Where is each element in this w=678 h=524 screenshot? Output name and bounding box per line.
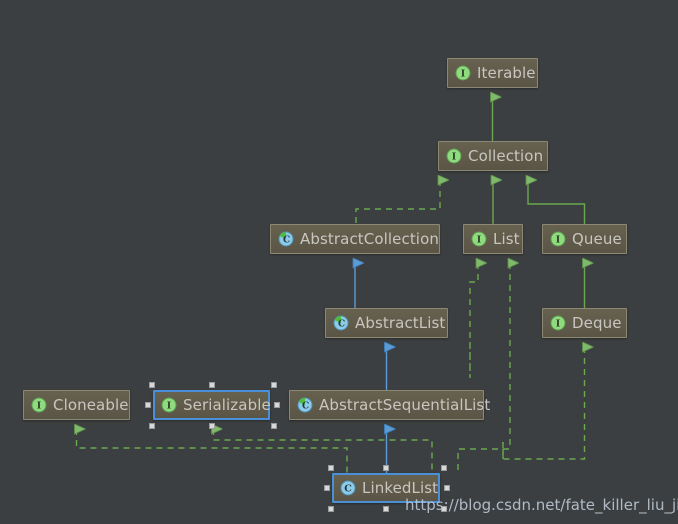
selection-handle[interactable] [274, 402, 280, 408]
uml-node-label: Deque [572, 313, 622, 332]
selection-handle[interactable] [208, 423, 215, 429]
uml-edge-abstractcollection-collection[interactable] [355, 180, 440, 224]
svg-text:I: I [167, 401, 172, 412]
interface-icon: I [161, 397, 177, 413]
uml-edge-linkedlist-serializable[interactable] [214, 429, 433, 473]
abstract-class-icon: C [297, 397, 313, 413]
uml-diagram-canvas[interactable]: I Iterable I Collection C AbstractCollection I… [0, 0, 678, 524]
selection-handle[interactable] [444, 485, 450, 491]
uml-node-label: List [493, 229, 520, 248]
uml-node-collection[interactable]: I Collection [438, 141, 548, 171]
svg-text:C: C [344, 484, 352, 495]
selection-handle[interactable] [271, 423, 277, 429]
selection-handle[interactable] [328, 465, 334, 471]
interface-icon: I [550, 315, 566, 331]
svg-text:I: I [477, 235, 482, 246]
uml-node-list[interactable]: I List [463, 224, 523, 254]
svg-text:C: C [283, 236, 290, 246]
uml-node-iterable[interactable]: I Iterable [447, 58, 538, 88]
uml-node-serializable[interactable]: I Serializable [153, 390, 271, 420]
uml-node-cloneable[interactable]: I Cloneable [23, 390, 130, 420]
selection-handle[interactable] [271, 382, 277, 388]
uml-node-label: AbstractList [355, 313, 446, 332]
uml-edge-linkedlist-list[interactable] [457, 263, 510, 473]
selection-handle[interactable] [383, 506, 389, 512]
selection-handle[interactable] [324, 485, 330, 491]
uml-node-label: Iterable [477, 63, 536, 82]
uml-node-abstract-collection[interactable]: C AbstractCollection [270, 224, 440, 254]
svg-text:I: I [556, 319, 561, 330]
selection-handle[interactable] [149, 382, 155, 388]
uml-node-label: AbstractCollection [300, 229, 439, 248]
uml-edge-linkedlist-cloneable[interactable] [77, 429, 348, 473]
uml-node-label: Collection [468, 146, 544, 165]
uml-node-abstract-sequential-list[interactable]: C AbstractSequentialList [289, 390, 490, 420]
interface-icon: I [550, 231, 566, 247]
svg-text:C: C [302, 402, 309, 412]
svg-text:I: I [461, 69, 466, 80]
class-icon: C [340, 480, 356, 496]
uml-node-label: Serializable [183, 395, 271, 414]
interface-icon: I [471, 231, 487, 247]
selection-handle[interactable] [441, 465, 447, 471]
uml-edge-linkedlist-deque[interactable] [502, 347, 585, 460]
uml-node-deque[interactable]: I Deque [542, 308, 627, 338]
uml-node-label: LinkedList [362, 478, 439, 497]
selection-handle[interactable] [208, 382, 215, 388]
selection-handle[interactable] [149, 423, 155, 429]
abstract-class-icon: C [333, 315, 349, 331]
uml-node-label: Queue [572, 229, 622, 248]
uml-node-label: AbstractSequentialList [319, 395, 491, 414]
uml-node-label: Cloneable [53, 395, 129, 414]
uml-node-queue[interactable]: I Queue [542, 224, 627, 254]
interface-icon: I [455, 65, 471, 81]
selection-handle[interactable] [328, 506, 334, 512]
svg-text:I: I [452, 152, 457, 163]
svg-text:I: I [37, 401, 42, 412]
interface-icon: I [31, 397, 47, 413]
selection-handle[interactable] [145, 402, 151, 408]
watermark-text: https://blog.csdn.net/fate_killer_liu_ji… [405, 496, 678, 514]
uml-edge-queue-collection[interactable] [528, 180, 586, 224]
uml-node-abstract-list[interactable]: C AbstractList [325, 308, 448, 338]
svg-text:I: I [556, 235, 561, 246]
uml-edge-abstractlist-list[interactable] [469, 263, 478, 378]
svg-text:C: C [338, 320, 345, 330]
interface-icon: I [446, 148, 462, 164]
selection-handle[interactable] [383, 465, 389, 471]
edge-layer [0, 0, 678, 473]
abstract-class-icon: C [278, 231, 294, 247]
